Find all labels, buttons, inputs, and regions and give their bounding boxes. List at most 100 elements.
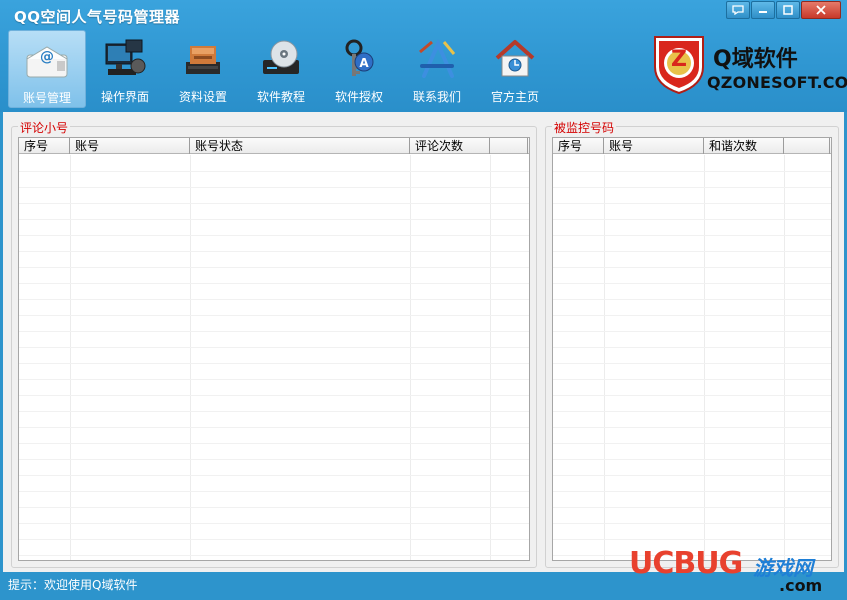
tool-contact[interactable]: 联系我们 [398, 30, 476, 108]
comment-accounts-table[interactable]: 序号 账号 账号状态 评论次数 [18, 137, 530, 561]
column-header[interactable]: 账号 [604, 138, 704, 154]
group-title: 评论小号 [18, 119, 71, 136]
grid-row-line [19, 251, 529, 252]
grid-row-line [19, 459, 529, 460]
maximize-icon [783, 5, 793, 15]
column-header[interactable] [784, 138, 830, 154]
monitored-numbers-table[interactable]: 序号 账号 和谐次数 [552, 137, 832, 561]
grid-column-line [70, 155, 71, 560]
svg-text:@: @ [40, 49, 54, 65]
grid-column-line [410, 155, 411, 560]
tool-license[interactable]: A 软件授权 [320, 30, 398, 108]
grid-column-line [490, 155, 491, 560]
tool-label: 账号管理 [22, 91, 71, 105]
table-header: 序号 账号 和谐次数 [553, 138, 831, 154]
table-body [553, 155, 831, 560]
grid-row-line [19, 267, 529, 268]
site-watermark: UCBUG 游戏网 .com [629, 546, 847, 596]
at-mail-icon: @ [24, 37, 70, 83]
grid-row-line [19, 219, 529, 220]
grid-row-line [553, 459, 831, 460]
grid-row-line [19, 299, 529, 300]
main-panel: 评论小号 序号 账号 账号状态 评论次数 被监控号码 序号 账号 和谐次数 [0, 112, 847, 572]
tool-operation[interactable]: 操作界面 [86, 30, 164, 108]
table-header: 序号 账号 账号状态 评论次数 [19, 138, 529, 154]
grid-row-line [19, 395, 529, 396]
grid-row-line [19, 347, 529, 348]
main-toolbar: @ 账号管理 操作界面 资料设置 软件教程 A 软件授权 联系我们 官方主页 [8, 30, 554, 108]
grid-row-line [553, 491, 831, 492]
tool-label: 软件授权 [334, 90, 383, 104]
grid-row-line [553, 379, 831, 380]
grid-row-line [553, 443, 831, 444]
tool-label: 联系我们 [412, 90, 461, 104]
grid-row-line [553, 267, 831, 268]
grid-row-line [19, 523, 529, 524]
grid-column-line [604, 155, 605, 560]
tool-label: 操作界面 [100, 90, 149, 104]
home-icon [492, 36, 538, 82]
grid-row-line [19, 539, 529, 540]
grid-row-line [553, 395, 831, 396]
brand-logo-letter: Z [671, 47, 687, 72]
column-header[interactable] [490, 138, 528, 154]
column-header[interactable]: 账号 [70, 138, 190, 154]
column-header[interactable]: 序号 [553, 138, 604, 154]
grid-row-line [553, 299, 831, 300]
grid-row-line [553, 219, 831, 220]
svg-text:A: A [359, 56, 369, 70]
chat-button[interactable] [726, 1, 750, 19]
grid-row-line [553, 251, 831, 252]
grid-row-line [19, 171, 529, 172]
grid-row-line [19, 507, 529, 508]
grid-row-line [19, 315, 529, 316]
grid-row-line [553, 347, 831, 348]
grid-row-line [19, 475, 529, 476]
grid-row-line [19, 203, 529, 204]
close-icon [816, 5, 826, 15]
grid-row-line [553, 203, 831, 204]
keys-icon: A [336, 36, 382, 82]
grid-row-line [19, 491, 529, 492]
grid-column-line [190, 155, 191, 560]
title-bar: QQ空间人气号码管理器 @ 账号管理 操作界面 资料设置 软件教程 A 软件授权… [0, 0, 847, 112]
grid-row-line [19, 363, 529, 364]
grid-row-line [553, 235, 831, 236]
minimize-button[interactable] [751, 1, 775, 19]
brand-url: QZONESOFT.COM [707, 73, 847, 92]
column-header[interactable]: 和谐次数 [704, 138, 784, 154]
grid-row-line [19, 443, 529, 444]
grid-row-line [553, 283, 831, 284]
column-header[interactable]: 序号 [19, 138, 70, 154]
status-text: 提示：欢迎使用Q域软件 [8, 578, 138, 592]
grid-row-line [19, 411, 529, 412]
tool-homepage[interactable]: 官方主页 [476, 30, 554, 108]
tool-tutorial[interactable]: 软件教程 [242, 30, 320, 108]
grid-row-line [19, 235, 529, 236]
grid-row-line [19, 427, 529, 428]
group-title: 被监控号码 [552, 119, 617, 136]
grid-row-line [19, 555, 529, 556]
tool-profile-settings[interactable]: 资料设置 [164, 30, 242, 108]
grid-row-line [553, 187, 831, 188]
monitor-icon [102, 36, 148, 82]
close-button[interactable] [801, 1, 841, 19]
column-header[interactable]: 账号状态 [190, 138, 410, 154]
column-header[interactable]: 评论次数 [410, 138, 490, 154]
chat-icon [732, 5, 744, 15]
storage-icon [180, 36, 226, 82]
tool-account-manage[interactable]: @ 账号管理 [8, 30, 86, 108]
grid-row-line [553, 315, 831, 316]
maximize-button[interactable] [776, 1, 800, 19]
tool-label: 软件教程 [256, 90, 305, 104]
grid-row-line [19, 331, 529, 332]
monitored-numbers-group: 被监控号码 序号 账号 和谐次数 [545, 119, 839, 568]
grid-row-line [553, 331, 831, 332]
app-title: QQ空间人气号码管理器 [14, 8, 181, 26]
grid-column-line [704, 155, 705, 560]
watermark-main: UCBUG [629, 546, 743, 581]
watermark-domain: .com [779, 576, 823, 595]
minimize-icon [759, 11, 767, 13]
grid-row-line [553, 539, 831, 540]
grid-row-line [553, 427, 831, 428]
